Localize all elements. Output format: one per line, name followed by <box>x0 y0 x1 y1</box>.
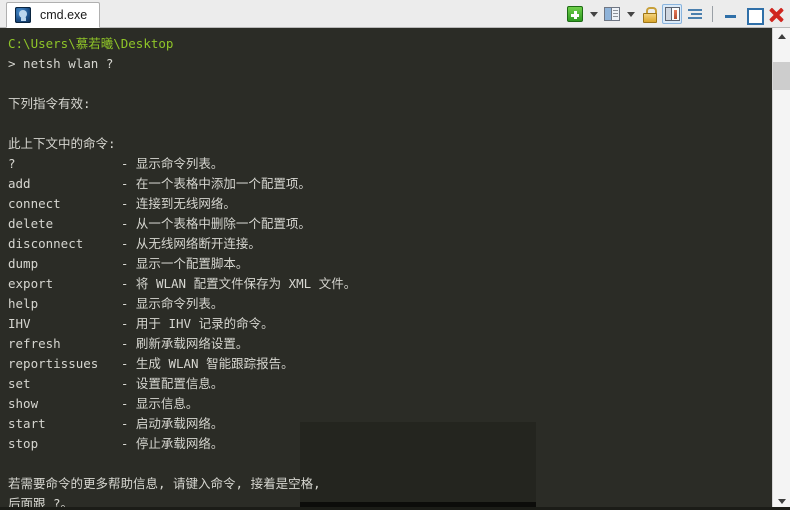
terminal-line: connect - 连接到无线网络。 <box>8 196 236 211</box>
terminal-line: set - 设置配置信息。 <box>8 376 224 391</box>
list-lines-icon <box>688 8 702 20</box>
split-pane-icon <box>604 7 620 21</box>
terminal-line: export - 将 WLAN 配置文件保存为 XML 文件。 <box>8 276 357 291</box>
list-button[interactable] <box>685 4 705 24</box>
terminal-line: ? - 显示命令列表。 <box>8 156 224 171</box>
lock-button[interactable] <box>639 4 659 24</box>
tab-bar: cmd.exe <box>0 0 790 28</box>
terminal-line: C:\Users\慕若曦\Desktop <box>8 36 174 51</box>
terminal-line: stop - 停止承载网络。 <box>8 436 224 451</box>
terminal-line: help - 显示命令列表。 <box>8 296 224 311</box>
split-pane-button[interactable] <box>602 4 622 24</box>
scroll-up-arrow[interactable] <box>773 28 790 45</box>
terminal-window: cmd.exe C:\Users\慕若曦\Desktop > netsh wla… <box>0 0 790 510</box>
terminal-line: IHV - 用于 IHV 记录的命令。 <box>8 316 274 331</box>
terminal-line: reportissues - 生成 WLAN 智能跟踪报告。 <box>8 356 294 371</box>
terminal-line: 若需要命令的更多帮助信息, 请键入命令, 接着是空格, <box>8 476 321 491</box>
split-pane-dropdown[interactable] <box>625 5 636 23</box>
vertical-scrollbar[interactable] <box>772 28 790 510</box>
padlock-icon <box>643 7 657 23</box>
tab-label: cmd.exe <box>40 7 88 22</box>
maximize-button[interactable] <box>743 4 764 25</box>
new-tab-button[interactable] <box>565 4 585 24</box>
terminal-line: disconnect - 从无线网络断开连接。 <box>8 236 261 251</box>
minimize-button[interactable] <box>720 4 740 24</box>
scroll-thumb[interactable] <box>773 62 790 90</box>
new-tab-dropdown[interactable] <box>588 5 599 23</box>
terminal-line: dump - 显示一个配置脚本。 <box>8 256 249 271</box>
close-x-icon <box>769 7 784 22</box>
terminal-line: start - 启动承载网络。 <box>8 416 224 431</box>
maximize-icon <box>746 7 764 25</box>
terminal-line: add - 在一个表格中添加一个配置项。 <box>8 176 311 191</box>
terminal-line: show - 显示信息。 <box>8 396 199 411</box>
terminal-line: refresh - 刷新承载网络设置。 <box>8 336 249 351</box>
terminal-line: 此上下文中的命令: <box>8 136 116 151</box>
green-plus-icon <box>567 6 583 22</box>
chevron-down-icon <box>626 11 635 17</box>
terminal-line: > netsh wlan ? <box>8 56 114 71</box>
pane-layout-button[interactable] <box>662 4 682 24</box>
terminal-lines: C:\Users\慕若曦\Desktop > netsh wlan ? 下列指令有… <box>0 28 772 510</box>
terminal-line: 下列指令有效: <box>8 96 91 111</box>
window-toolbar <box>565 1 786 27</box>
terminal-line: delete - 从一个表格中删除一个配置项。 <box>8 216 311 231</box>
close-button[interactable] <box>766 4 786 24</box>
chevron-down-icon <box>589 11 598 17</box>
toolbar-separator <box>712 6 713 22</box>
cmd-shield-icon <box>15 7 31 23</box>
minimize-icon <box>724 8 737 20</box>
tab-cmd-exe[interactable]: cmd.exe <box>6 2 101 28</box>
terminal-output-area[interactable]: C:\Users\慕若曦\Desktop > netsh wlan ? 下列指令有… <box>0 28 772 510</box>
pane-layout-icon <box>664 7 680 21</box>
